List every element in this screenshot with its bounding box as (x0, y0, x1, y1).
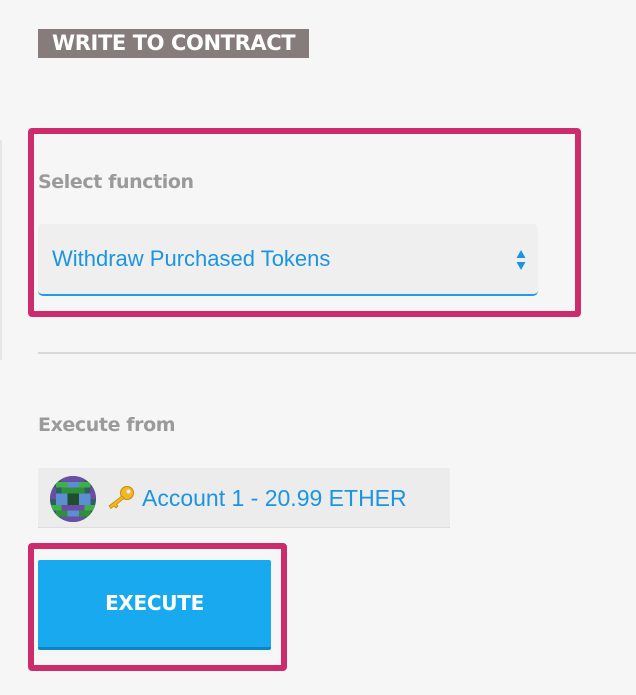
left-rule (0, 140, 2, 360)
execute-from-label: Execute from (38, 414, 176, 436)
execute-button[interactable]: EXECUTE (38, 560, 271, 650)
function-select[interactable]: Withdraw Purchased Tokens (38, 224, 538, 296)
key-icon (108, 486, 134, 509)
section-divider (38, 352, 636, 354)
account-label: Account 1 - 20.99 ETHER (142, 485, 407, 511)
account-selector[interactable]: Account 1 - 20.99 ETHER (38, 468, 450, 528)
updown-arrows-icon (516, 250, 526, 270)
identicon-avatar (50, 476, 96, 522)
section-title: WRITE TO CONTRACT (38, 29, 310, 58)
function-select-value: Withdraw Purchased Tokens (52, 246, 331, 271)
select-function-label: Select function (38, 171, 194, 193)
